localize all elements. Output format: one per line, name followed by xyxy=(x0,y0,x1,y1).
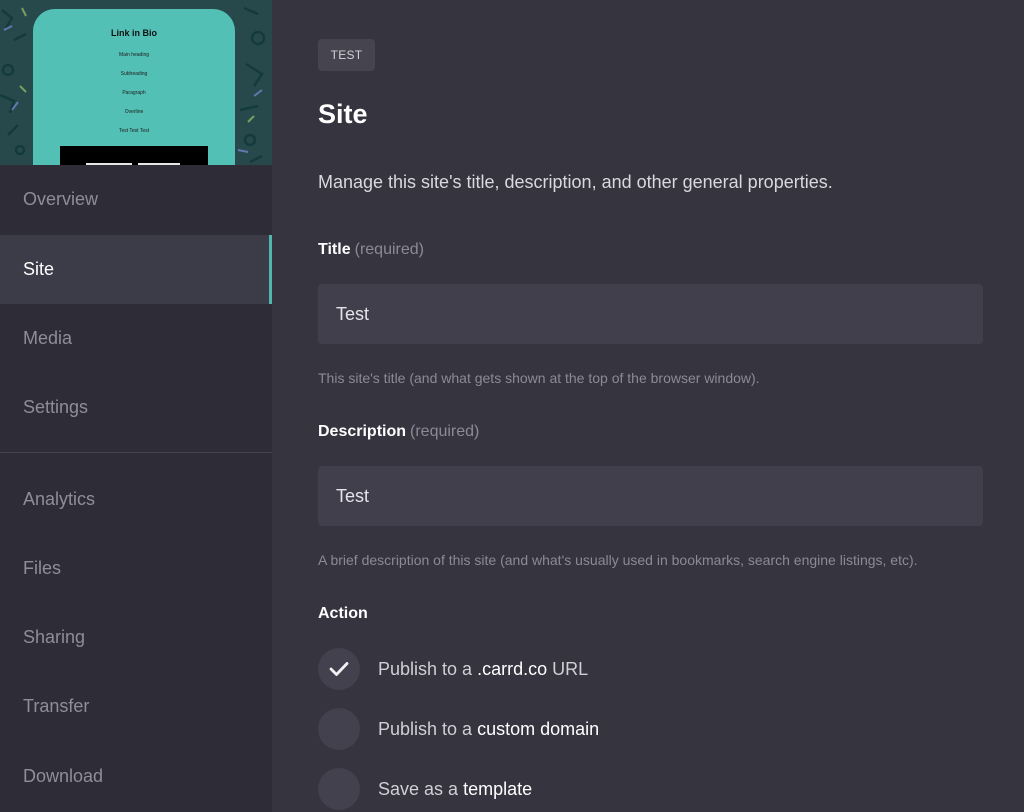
action-option-carrd-url[interactable]: Publish to a .carrd.co URL xyxy=(318,648,588,690)
action-option-prefix: Publish to a xyxy=(378,718,478,739)
main-panel: TEST Site Manage this site's title, desc… xyxy=(272,0,1024,812)
description-label: Description (required) xyxy=(318,423,479,441)
nav-item-overview[interactable]: Overview xyxy=(0,165,272,234)
action-option-label: Publish to a .carrd.co URL xyxy=(378,659,588,680)
preview-line: Paragraph xyxy=(122,90,146,96)
sidebar: Link in Bio Main heading Subheading Para… xyxy=(0,0,272,812)
title-input[interactable] xyxy=(318,284,983,344)
preview-footer-block xyxy=(60,146,208,165)
nav-item-files[interactable]: Files xyxy=(0,534,272,603)
check-icon xyxy=(329,662,349,676)
title-required-note: (required) xyxy=(354,241,424,258)
preview-line: Overline xyxy=(124,109,144,115)
action-option-prefix: Save as a xyxy=(378,778,464,799)
preview-title: Link in Bio xyxy=(111,28,157,38)
title-help-text: This site's title (and what gets shown a… xyxy=(318,370,760,386)
description-label-text: Description xyxy=(318,423,407,440)
nav-item-transfer[interactable]: Transfer xyxy=(0,672,272,741)
nav-item-analytics[interactable]: Analytics xyxy=(0,465,272,534)
preview-card: Link in Bio Main heading Subheading Para… xyxy=(33,9,235,165)
action-option-emphasis: custom domain xyxy=(477,718,600,739)
action-option-template[interactable]: Save as a template xyxy=(318,768,532,810)
nav-divider xyxy=(0,452,272,453)
nav-item-download[interactable]: Download xyxy=(0,742,272,811)
description-required-note: (required) xyxy=(410,423,480,440)
site-badge: TEST xyxy=(318,39,375,71)
page-description: Manage this site's title, description, a… xyxy=(318,172,833,192)
preview-line: Main heading xyxy=(118,52,150,58)
action-option-suffix: URL xyxy=(547,658,589,679)
nav-item-settings[interactable]: Settings xyxy=(0,373,272,442)
action-radio-custom-domain[interactable] xyxy=(318,708,360,750)
description-input[interactable] xyxy=(318,466,983,526)
title-label-text: Title xyxy=(318,241,351,258)
preview-line: Subheading xyxy=(120,71,148,77)
action-option-emphasis: template xyxy=(463,778,533,799)
action-option-label: Publish to a custom domain xyxy=(378,719,599,740)
preview-line: Test Test Test xyxy=(118,128,150,134)
action-radio-template[interactable] xyxy=(318,768,360,810)
nav-item-site[interactable]: Site xyxy=(0,235,272,304)
title-label: Title (required) xyxy=(318,241,424,259)
site-preview-thumbnail[interactable]: Link in Bio Main heading Subheading Para… xyxy=(0,0,272,165)
nav-item-sharing[interactable]: Sharing xyxy=(0,603,272,672)
action-label: Action xyxy=(318,605,368,622)
action-radio-carrd-url[interactable] xyxy=(318,648,360,690)
action-option-label: Save as a template xyxy=(378,779,532,800)
description-help-text: A brief description of this site (and wh… xyxy=(318,552,918,568)
action-option-custom-domain[interactable]: Publish to a custom domain xyxy=(318,708,599,750)
page-title: Site xyxy=(318,99,368,129)
action-option-emphasis: .carrd.co xyxy=(477,658,548,679)
action-option-prefix: Publish to a xyxy=(378,658,478,679)
nav-item-media[interactable]: Media xyxy=(0,304,272,373)
